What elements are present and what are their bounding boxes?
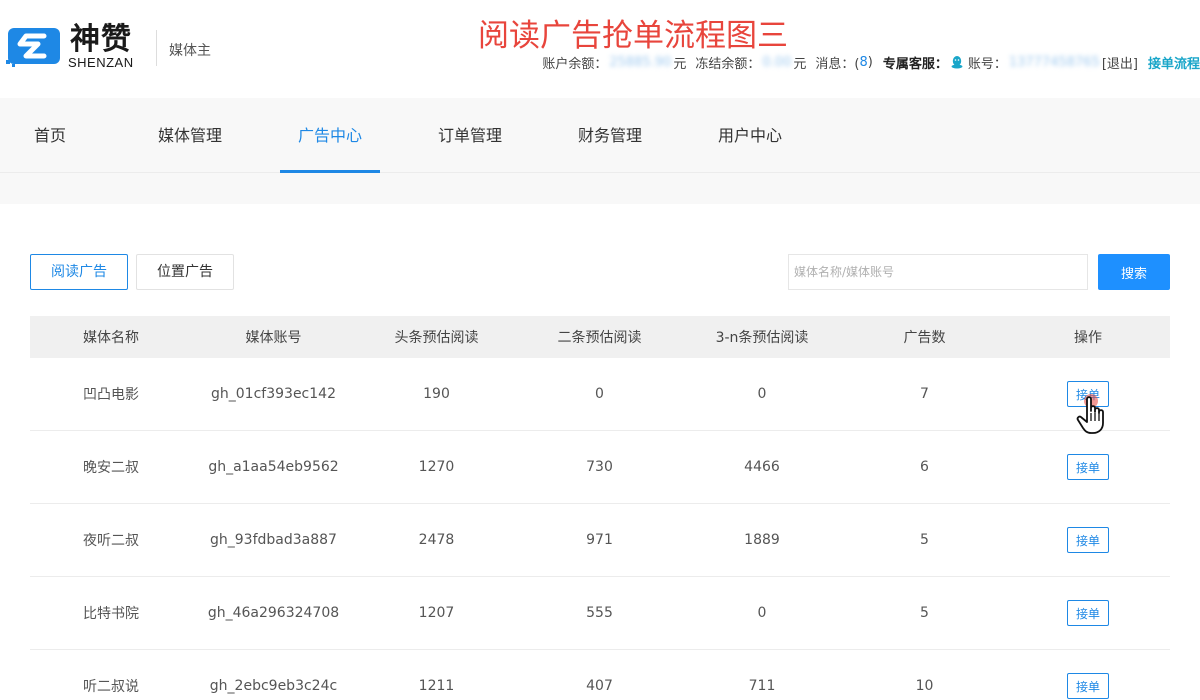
shenzan-logo-icon — [6, 28, 60, 67]
frozen-label: 冻结余额： — [695, 56, 761, 72]
frozen-currency: 元 — [793, 56, 807, 72]
message-close: ) — [867, 54, 873, 70]
media-table: 媒体名称 媒体账号 头条预估阅读 二条预估阅读 3-n条预估阅读 广告数 操作 … — [30, 316, 1170, 700]
frozen-value: 0.00 — [762, 54, 792, 70]
nav-finance-management[interactable]: 财务管理 — [560, 98, 660, 173]
cell-ad-count: 7 — [920, 386, 929, 402]
cell-second-reads: 555 — [586, 605, 613, 621]
cell-second-reads: 0 — [595, 386, 604, 402]
cell-media-name: 晚安二叔 — [83, 460, 139, 476]
cell-ad-count: 5 — [920, 532, 929, 548]
logout-link[interactable]: [退出] — [1102, 53, 1138, 72]
flow-link[interactable]: 接单流程 — [1148, 53, 1200, 72]
brand-name-cn: 神赞 — [70, 22, 132, 57]
cell-rest-reads: 4466 — [744, 459, 780, 475]
table-row: 晚安二叔 gh_a1aa54eb9562 1270 730 4466 6 接单 — [30, 431, 1170, 504]
message-label[interactable]: 消息：( — [815, 53, 859, 72]
brand-name-en: SHENZAN — [68, 55, 134, 70]
tab-position-ads[interactable]: 位置广告 — [136, 254, 234, 290]
cell-ad-count: 6 — [920, 459, 929, 475]
cell-second-reads: 971 — [586, 532, 613, 548]
cell-action: 接单 — [1006, 431, 1170, 503]
cell-media-account: gh_93fdbad3a887 — [210, 532, 337, 548]
account-value: 13777458765 — [1008, 54, 1100, 70]
main-nav: 首页 媒体管理 广告中心 订单管理 财务管理 用户中心 — [0, 98, 1200, 173]
cell-ad-count: 5 — [920, 605, 929, 621]
service-label: 专属客服： — [882, 56, 948, 72]
cell-rest-reads: 1889 — [744, 532, 780, 548]
take-order-button[interactable]: 接单 — [1067, 600, 1109, 626]
cell-head-reads: 1211 — [418, 678, 455, 694]
table-row: 夜听二叔 gh_93fdbad3a887 2478 971 1889 5 接单 — [30, 504, 1170, 577]
cell-head-reads: 190 — [423, 386, 450, 402]
nav-order-management[interactable]: 订单管理 — [420, 98, 520, 173]
cell-rest-reads: 0 — [757, 386, 767, 402]
cell-head-reads: 2478 — [418, 532, 455, 548]
cell-media-name: 凹凸电影 — [83, 387, 139, 403]
header: 神赞 SHENZAN 媒体主 阅读广告抢单流程图三 账户余额： 25885.90… — [0, 0, 1200, 98]
message-count[interactable]: 8 — [859, 55, 867, 70]
tab-read-ads[interactable]: 阅读广告 — [30, 254, 128, 290]
cell-rest-reads: 711 — [748, 678, 776, 694]
header-second-reads: 二条预估阅读 — [557, 330, 642, 346]
take-order-button[interactable]: 接单 — [1067, 381, 1109, 407]
cell-media-name: 夜听二叔 — [83, 533, 139, 549]
cell-media-account: gh_2ebc9eb3c24c — [209, 678, 338, 694]
table-row: 比特书院 gh_46a296324708 1207 555 0 5 接单 — [30, 577, 1170, 650]
header-media-account: 媒体账号 — [245, 330, 302, 346]
table-row: 凹凸电影 gh_01cf393ec142 190 0 0 7 接单 — [30, 358, 1170, 431]
nav-home[interactable]: 首页 — [0, 98, 100, 173]
cell-head-reads: 1207 — [418, 605, 455, 621]
nav-ad-center[interactable]: 广告中心 — [280, 98, 380, 173]
flow-title: 阅读广告抢单流程图三 — [478, 18, 788, 54]
take-order-button[interactable]: 接单 — [1067, 527, 1109, 553]
cell-media-account: gh_01cf393ec142 — [211, 386, 336, 402]
search-input[interactable] — [788, 254, 1088, 290]
cell-media-account: gh_a1aa54eb9562 — [208, 459, 339, 475]
balance-currency: 元 — [673, 56, 687, 72]
nav-subbar — [0, 173, 1200, 204]
nav-media-management[interactable]: 媒体管理 — [140, 98, 240, 173]
take-order-button[interactable]: 接单 — [1067, 454, 1109, 480]
cell-media-name: 比特书院 — [83, 606, 139, 622]
account-label: 账号： — [967, 56, 1007, 72]
cell-second-reads: 730 — [586, 459, 613, 475]
cell-ad-count: 10 — [915, 678, 934, 694]
header-head-reads: 头条预估阅读 — [394, 330, 479, 346]
logo-divider — [156, 30, 157, 66]
header-rest-reads: 3-n条预估阅读 — [715, 330, 809, 346]
brand-logo[interactable]: 神赞 SHENZAN — [6, 22, 146, 72]
qq-icon[interactable] — [950, 55, 964, 69]
cell-rest-reads: 0 — [757, 605, 767, 621]
header-media-name: 媒体名称 — [83, 330, 139, 346]
nav-user-center[interactable]: 用户中心 — [700, 98, 800, 173]
account-bar: 账户余额： 25885.90 元 冻结余额： 0.00 元 消息：( 8 ) 专… — [542, 53, 1200, 72]
cell-media-name: 听二叔说 — [83, 679, 139, 695]
cell-action: 接单 — [1006, 650, 1170, 700]
cell-action: 接单 — [1006, 504, 1170, 576]
balance-label: 账户余额： — [542, 56, 608, 72]
table-header: 媒体名称 媒体账号 头条预估阅读 二条预估阅读 3-n条预估阅读 广告数 操作 — [30, 316, 1170, 358]
header-ad-count: 广告数 — [903, 330, 946, 346]
table-row: 听二叔说 gh_2ebc9eb3c24c 1211 407 711 10 接单 — [30, 650, 1170, 700]
search-button[interactable]: 搜索 — [1098, 254, 1170, 290]
cell-second-reads: 407 — [586, 678, 613, 694]
take-order-button[interactable]: 接单 — [1067, 673, 1109, 699]
cell-media-account: gh_46a296324708 — [207, 605, 340, 621]
header-action: 操作 — [1074, 330, 1102, 346]
user-role: 媒体主 — [169, 43, 211, 59]
cell-head-reads: 1270 — [418, 459, 455, 475]
balance-value: 25885.90 — [609, 54, 672, 70]
cell-action: 接单 — [1006, 577, 1170, 649]
cell-action: 接单 — [1006, 358, 1170, 430]
